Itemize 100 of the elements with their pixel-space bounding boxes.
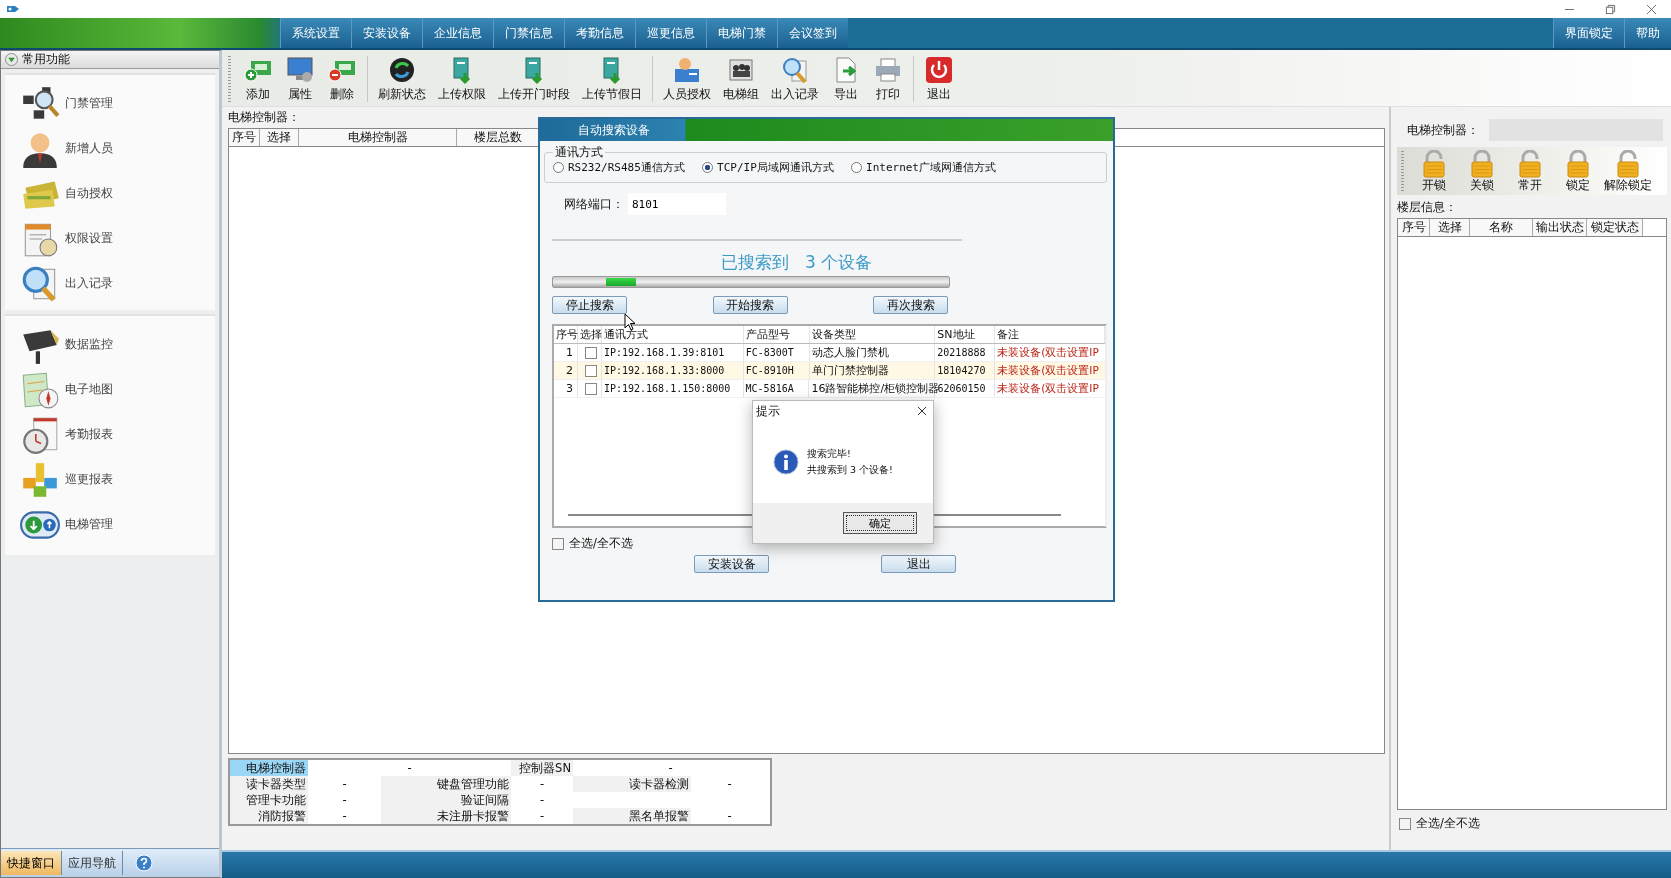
dialog-title: 自动搜索设备 [577, 121, 650, 139]
controller-list-label: 电梯控制器： [228, 109, 301, 126]
row-checkbox[interactable] [584, 364, 597, 377]
row-checkbox[interactable] [584, 346, 597, 359]
controller-label: 电梯控制器： [1407, 122, 1479, 138]
protocol-radio[interactable]: TCP/IP局域网通讯方式 [702, 160, 834, 175]
column-header[interactable]: 锁定状态 [1587, 219, 1643, 236]
table-cell: FC-8910H [743, 362, 810, 379]
lock-button[interactable]: 常开 [1506, 147, 1554, 195]
table-cell: 3 [554, 380, 578, 397]
toolbar-button[interactable]: 导出 [825, 52, 867, 106]
lock-button[interactable]: 开锁 [1410, 147, 1458, 195]
toolbar-button[interactable]: 电梯组 [717, 52, 765, 106]
open-padlock-icon [1616, 150, 1640, 178]
field-label: 读卡器类型 [230, 776, 308, 792]
menu-item[interactable]: 会议签到 [777, 18, 848, 48]
menu-item[interactable]: 门禁信息 [493, 18, 564, 48]
column-header[interactable]: 产品型号 [743, 326, 810, 343]
menu-item[interactable]: 电梯门禁 [706, 18, 777, 48]
table-cell-text: 未装设备(双击设置IP [996, 344, 1100, 360]
menu-item[interactable]: 安装设备 [351, 18, 422, 48]
column-header[interactable]: 选择 [1430, 219, 1470, 236]
column-header[interactable]: SN地址 [935, 326, 996, 343]
lock-button[interactable]: 锁定 [1554, 147, 1602, 195]
select-all-checkbox[interactable] [1399, 817, 1411, 830]
toolbar-button[interactable]: 出入记录 [765, 52, 825, 106]
table-cell: 动态人脸门禁机 [809, 344, 936, 361]
select-all-checkbox[interactable] [552, 537, 564, 550]
dialog-button[interactable]: 退出 [881, 555, 956, 573]
message-title: 提示 [756, 403, 780, 419]
lock-button[interactable]: 关锁 [1458, 147, 1506, 195]
row-checkbox[interactable] [584, 382, 597, 395]
column-header[interactable]: 选择 [578, 326, 602, 343]
protocol-radio[interactable]: RS232/RS485通信方式 [553, 160, 685, 175]
table-cell: 1 [554, 344, 578, 361]
power-icon [924, 55, 954, 85]
sidebar-item[interactable]: 权限设置 [5, 216, 215, 261]
dialog-button[interactable]: 安装设备 [694, 555, 769, 573]
port-label: 网络端口： [564, 196, 624, 212]
sidebar-item[interactable]: 电子地图 [5, 367, 215, 412]
toolbar-button[interactable]: 上传权限 [432, 52, 492, 106]
toolbar-button[interactable]: 属性 [279, 52, 321, 106]
person-card-icon [672, 55, 702, 85]
table-cell: MC-5816A [743, 380, 810, 397]
restore-icon[interactable] [1605, 3, 1616, 15]
sidebar-item[interactable]: 电梯管理 [5, 502, 215, 547]
ok-button[interactable]: 确定 [843, 512, 917, 534]
sidebar-item[interactable]: 巡更报表 [5, 457, 215, 502]
search-status: 已搜索到 3 个设备 [720, 251, 873, 274]
menu-item[interactable]: 企业信息 [422, 18, 493, 48]
column-header[interactable]: 电梯控制器 [299, 129, 457, 146]
search-button[interactable]: 再次搜索 [873, 296, 948, 314]
close-icon[interactable] [917, 406, 927, 416]
port-field[interactable]: 8101 [628, 193, 726, 215]
sidebar-tab[interactable]: 快捷窗口 [1, 851, 62, 875]
column-header[interactable]: 设备类型 [809, 326, 936, 343]
menu-item[interactable]: 界面锁定 [1553, 18, 1624, 48]
sidebar-item[interactable]: 门禁管理 [5, 81, 215, 126]
closed-padlock-icon [1566, 150, 1590, 178]
toolbar-button[interactable]: 上传开门时段 [492, 52, 576, 106]
toolbar-button[interactable]: 刷新状态 [372, 52, 432, 106]
column-header[interactable]: 序号 [554, 326, 578, 343]
collapse-icon[interactable] [5, 53, 18, 66]
toolbar-button[interactable]: 删除 [321, 52, 363, 106]
column-header[interactable]: 输出状态 [1533, 219, 1587, 236]
toolbar-button[interactable]: 打印 [867, 52, 909, 106]
lock-button[interactable]: 解除锁定 [1602, 147, 1654, 195]
sidebar-item[interactable]: 自动授权 [5, 171, 215, 216]
table-cell: 单门门禁控制器 [809, 362, 936, 379]
menu-item[interactable]: 巡更信息 [635, 18, 706, 48]
sidebar-item[interactable]: 出入记录 [5, 261, 215, 306]
table-cell: 20218888 [935, 344, 996, 361]
open-padlock-icon [1422, 150, 1446, 178]
sidebar-item[interactable]: 考勤报表 [5, 412, 215, 457]
column-header[interactable]: 选择 [260, 129, 299, 146]
search-button[interactable]: 停止搜索 [552, 296, 627, 314]
field-label: 管理卡功能 [230, 792, 308, 808]
menu-item[interactable]: 帮助 [1624, 18, 1671, 48]
field-label: 未注册卡报警 [381, 808, 511, 824]
menu-item[interactable]: 系统设置 [280, 18, 351, 48]
field-label: 控制器SN [511, 760, 573, 776]
sidebar-header[interactable]: 常用功能 [1, 51, 219, 69]
search-button[interactable]: 开始搜索 [712, 296, 788, 314]
toolbar-button[interactable]: 人员授权 [657, 52, 717, 106]
column-header[interactable]: 楼层总数 [457, 129, 540, 146]
sidebar-item[interactable]: 数据监控 [5, 322, 215, 367]
device-row[interactable]: 2 IP:192.168.1.33:8000 FC-8910H 单门门禁控制器 18104270 未装设备(双击设置IP [554, 362, 1105, 380]
sidebar-item[interactable]: 新增人员 [5, 126, 215, 171]
table-cell: FC-8300T [743, 344, 810, 361]
column-header[interactable]: 序号 [229, 129, 260, 146]
menu-item[interactable]: 考勤信息 [564, 18, 635, 48]
column-header[interactable]: 备注 [995, 326, 1105, 343]
protocol-radio[interactable]: Internet广域网通信方式 [851, 160, 996, 175]
toolbar-button[interactable]: 添加 [237, 52, 279, 106]
column-header[interactable]: 名称 [1470, 219, 1533, 236]
help-icon[interactable] [135, 854, 153, 872]
sidebar-tab[interactable]: 应用导航 [62, 851, 123, 875]
toolbar-button[interactable]: 退出 [918, 52, 960, 106]
toolbar-button[interactable]: 上传节假日 [576, 52, 648, 106]
column-header[interactable]: 序号 [1398, 219, 1430, 236]
